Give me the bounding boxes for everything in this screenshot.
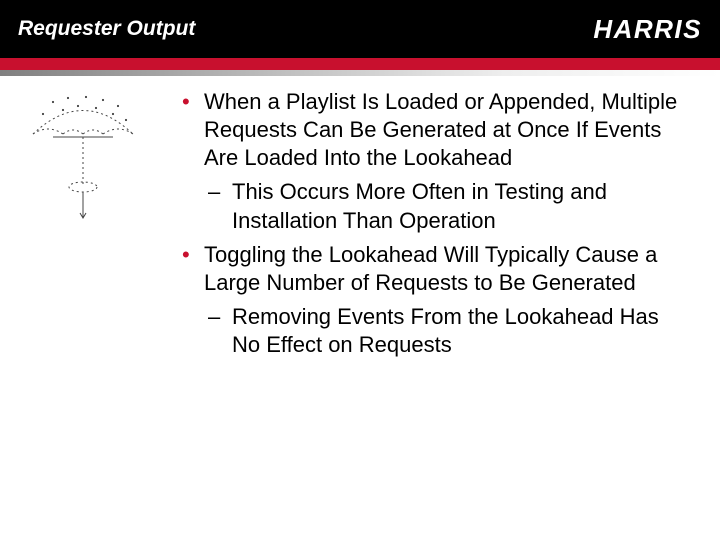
decorative-graphic (18, 88, 178, 365)
bullet-list: When a Playlist Is Loaded or Appended, M… (178, 88, 680, 365)
umbrella-drawing-icon (18, 92, 148, 232)
bullet-level1: When a Playlist Is Loaded or Appended, M… (178, 88, 680, 172)
divider-red (0, 58, 720, 70)
slide-content: When a Playlist Is Loaded or Appended, M… (0, 76, 720, 385)
slide-title: Requester Output (18, 17, 195, 41)
slide-header: Requester Output HARRIS (0, 0, 720, 58)
bullet-level2: This Occurs More Often in Testing and In… (178, 178, 680, 234)
brand-logo: HARRIS (593, 14, 702, 45)
bullet-level2: Removing Events From the Lookahead Has N… (178, 303, 680, 359)
bullet-level1: Toggling the Lookahead Will Typically Ca… (178, 241, 680, 297)
